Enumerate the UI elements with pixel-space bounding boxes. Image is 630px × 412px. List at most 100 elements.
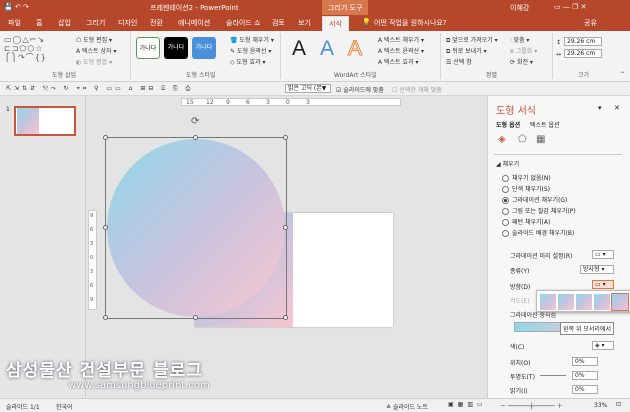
text-fill-button[interactable]: A 텍스트 채우기 ▾	[378, 35, 424, 44]
selection-pane-button[interactable]: ☰ 선택 창	[446, 57, 472, 66]
fit-selection-toggle[interactable]: ☐ 선택한 개체 맞춤	[392, 85, 442, 94]
shape-effects-button[interactable]: ◇ 도형 효과 ▾	[230, 57, 265, 66]
pane-close-icon[interactable]: ✕	[614, 104, 620, 112]
slide-canvas[interactable]: 15 12 9 6 3 0 3 9 6 3 0 3 6 9 ⟳	[87, 96, 487, 398]
fill-section-header[interactable]: ◢ 채우기	[496, 159, 519, 168]
direction-option-4[interactable]	[594, 294, 610, 310]
tab-view[interactable]: 보기	[298, 18, 311, 28]
type-select[interactable]: 방사형 ▾	[580, 265, 614, 274]
tab-text-options[interactable]: 텍스트 옵션	[530, 120, 560, 129]
radio-gradient-fill[interactable]: 그라데이션 채우기(G)	[502, 195, 567, 204]
width-field[interactable]: 29.26 cm	[564, 49, 602, 58]
shape-outline-button[interactable]: ✎ 도형 윤곽선 ▾	[230, 46, 271, 55]
tab-animations[interactable]: 애니메이션	[178, 18, 210, 28]
height-field[interactable]: 29.26 cm	[564, 37, 602, 46]
direction-option-5[interactable]	[611, 293, 629, 311]
zoom-level[interactable]: 33%	[594, 402, 607, 409]
view-buttons[interactable]: ▣▦▥▭	[448, 401, 487, 408]
text-outline-button[interactable]: A 텍스트 윤곽선 ▾	[378, 46, 424, 55]
tab-insert[interactable]: 삽입	[58, 18, 71, 28]
resize-handle-se[interactable]	[283, 315, 288, 320]
fit-window-icon[interactable]: ⊡	[616, 401, 621, 408]
style-swatch-2[interactable]: 가나다	[164, 37, 188, 59]
radio-picture-fill[interactable]: 그림 또는 질감 채우기(P)	[502, 206, 576, 215]
color-select[interactable]: ◈ ▾	[592, 341, 614, 350]
user-name[interactable]: 이혜강	[510, 3, 529, 13]
resize-handle-n[interactable]	[193, 135, 198, 140]
wordart-style-1[interactable]: A	[292, 37, 306, 61]
vertical-ruler: 9 6 3 0 3 6 9	[88, 210, 97, 310]
tab-design[interactable]: 디자인	[118, 18, 137, 28]
zoom-slider[interactable]: － ──────┼────── ＋	[500, 401, 563, 410]
text-box-button[interactable]: A 텍스트 상자 ▾	[76, 46, 116, 55]
save-icon[interactable]: 💾 ↶ ↷	[4, 3, 29, 11]
radio-solid-fill[interactable]: 단색 채우기(S)	[502, 184, 550, 193]
window-controls[interactable]: ▭ — ❐ ✕	[554, 3, 586, 11]
resize-handle-sw[interactable]	[103, 315, 108, 320]
language-indicator[interactable]: 한국어	[56, 402, 73, 411]
preset-select[interactable]: ▭ ▾	[592, 250, 614, 259]
position-field[interactable]: 0%	[572, 357, 598, 366]
ribbon: ▭◯△⌐↘ ⊏⊐⬠⬡☆ ⎧⎫↷⌒{} ⬠ 도형 편집 ▾ A 텍스트 상자 ▾ ◐ …	[0, 31, 630, 82]
edit-shape-button[interactable]: ⬠ 도형 편집 ▾	[76, 35, 112, 44]
tab-home[interactable]: 홈	[36, 18, 42, 28]
direction-label: 방향(D)	[510, 284, 531, 291]
tab-transitions[interactable]: 전환	[150, 18, 163, 28]
wordart-style-2[interactable]: A	[320, 37, 334, 61]
notes-button[interactable]: ≙ 슬라이드 노트	[386, 402, 428, 411]
resize-handle-e[interactable]	[283, 225, 288, 230]
tab-shape-options[interactable]: 도형 옵션	[496, 120, 520, 129]
resize-handle-w[interactable]	[103, 225, 108, 230]
effects-icon[interactable]: ⬠	[518, 134, 527, 145]
fill-line-icon[interactable]: ◈	[498, 134, 506, 145]
tell-me-box[interactable]: 어떤 작업을 원하시나요?	[374, 18, 447, 28]
tab-file[interactable]: 파일	[8, 18, 21, 28]
slide-counter: 슬라이드 1/1	[6, 404, 40, 411]
tab-slideshow[interactable]: 슬라이드 쇼	[226, 18, 260, 28]
rotate-handle-icon[interactable]: ⟳	[191, 116, 199, 127]
transparency-field[interactable]: 0%	[572, 371, 598, 380]
tooltip: 왼쪽 위 모서리에서	[560, 322, 614, 335]
watermark-title: 삼성물산 건설부문 블로그	[6, 361, 203, 381]
direction-select[interactable]: ▭ ▾	[592, 280, 614, 289]
tab-draw[interactable]: 그리기	[86, 18, 105, 28]
transparency-slider[interactable]	[540, 375, 566, 376]
bring-forward-button[interactable]: ⧉ 앞으로 가져오기 ▾	[446, 35, 498, 45]
font-select[interactable]: 맑은 고딕 (본▼	[285, 84, 331, 93]
group-button[interactable]: ⧈ 그룹화 ▾	[510, 46, 537, 56]
collapse-ribbon-icon[interactable]: ⌃	[620, 71, 625, 78]
size-properties-icon[interactable]: ▦	[536, 134, 545, 145]
send-backward-button[interactable]: ⧉ 뒤로 보내기 ▾	[446, 46, 487, 56]
fit-slide-toggle[interactable]: ☑ 슬라이드에 맞춤	[336, 85, 384, 94]
brightness-field[interactable]: 0%	[572, 385, 598, 394]
shapes-gallery[interactable]: ▭◯△⌐↘ ⊏⊐⬠⬡☆ ⎧⎫↷⌒{}	[4, 35, 68, 65]
wordart-style-3[interactable]: A	[347, 37, 362, 61]
style-swatch-1[interactable]: 가나다	[136, 37, 160, 59]
slide-thumbnail-1[interactable]	[14, 106, 76, 136]
merge-shapes-button[interactable]: ◐ 도형 병합 ▾	[76, 57, 112, 66]
tab-format[interactable]: 서식	[322, 16, 349, 31]
tab-review[interactable]: 검토	[272, 18, 285, 28]
divider	[280, 33, 281, 79]
radio-no-fill[interactable]: 채우기 없음(N)	[502, 173, 551, 182]
direction-option-3[interactable]	[576, 294, 592, 310]
share-button[interactable]: 공유	[584, 18, 597, 28]
rotate-button[interactable]: ⟳ 회전 ▾	[510, 57, 533, 66]
pane-title: 도형 서식	[496, 106, 536, 117]
shape-fill-button[interactable]: 🪣 도형 채우기 ▾	[230, 35, 274, 44]
radio-pattern-fill[interactable]: 패턴 채우기(A)	[502, 217, 550, 226]
align-button[interactable]: ⫶ 맞춤 ▾	[510, 35, 529, 45]
direction-option-2[interactable]	[558, 294, 574, 310]
resize-handle-nw[interactable]	[103, 135, 108, 140]
toolbar-icons[interactable]: ⇱⇲⇅⇵ ⤲⤳ ↻ ⌖⌗ ⚲ ▭▭ ⌂ ⊞⊟ ⌸ ⎘ ⎙	[6, 85, 193, 93]
direction-option-1[interactable]	[540, 294, 556, 310]
resize-handle-ne[interactable]	[283, 135, 288, 140]
radio-background-fill[interactable]: 슬라이드 배경 채우기(B)	[502, 228, 574, 237]
text-effects-button[interactable]: A 텍스트 효과 ▾	[378, 57, 418, 66]
watermark-url: www.samsungblueprint.com	[68, 380, 210, 391]
pane-menu-icon[interactable]: ▾	[598, 104, 602, 112]
resize-handle-s[interactable]	[193, 315, 198, 320]
style-swatch-3[interactable]: 가나다	[192, 37, 216, 59]
gradient-circle-shape[interactable]	[107, 139, 285, 317]
height-icon: ↕	[556, 39, 562, 46]
